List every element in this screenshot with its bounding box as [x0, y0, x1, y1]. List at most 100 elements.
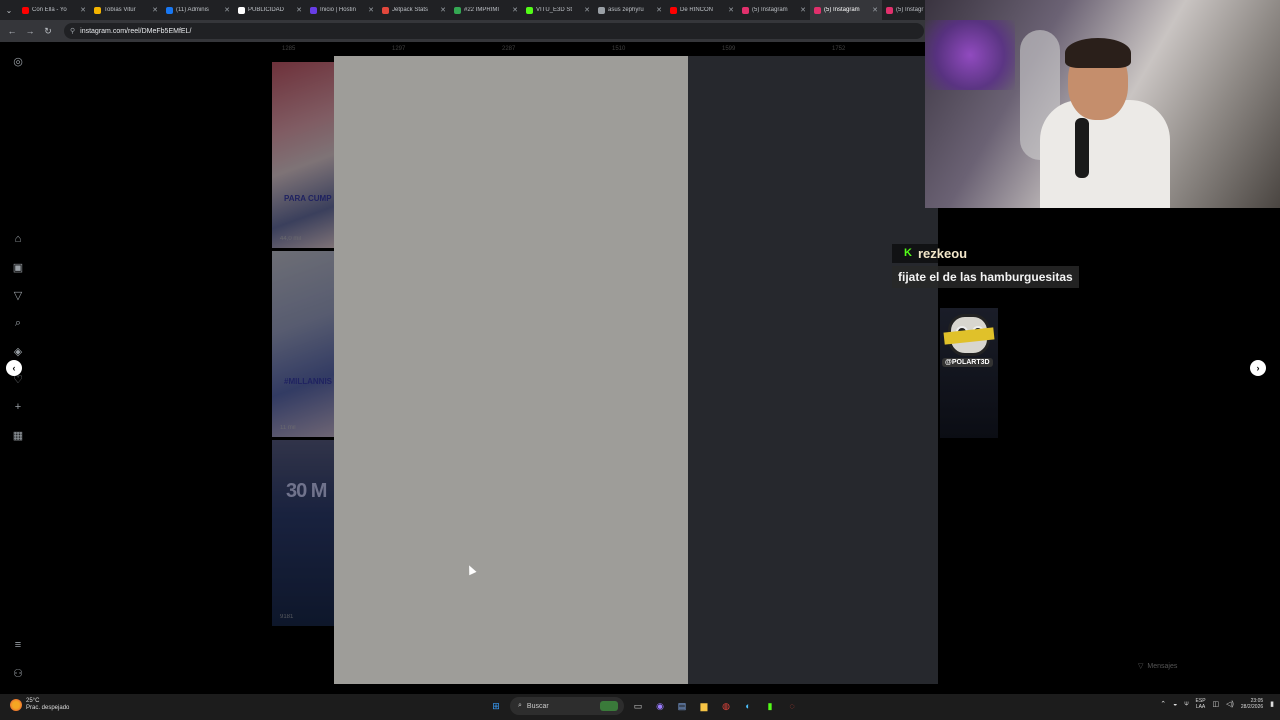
reel-thumbnail[interactable]: 30 M 9181 [272, 440, 334, 626]
browser-tab[interactable]: Jetpack Stats ✕ [378, 0, 450, 20]
search-icon[interactable]: ⌕ [11, 316, 25, 330]
reel-video-player[interactable] [334, 56, 688, 684]
more-menu-icon[interactable]: ≡ [11, 638, 25, 652]
browser-tab[interactable]: asus zephyru ✕ [594, 0, 666, 20]
reel-count: 1752 [832, 46, 846, 52]
copilot-icon[interactable]: ◉ [652, 698, 668, 714]
taskbar-search[interactable]: ⌕ Buscar [510, 697, 624, 715]
explore-icon[interactable]: ◈ [11, 344, 25, 358]
instagram-logo-icon[interactable]: ◎ [11, 54, 25, 68]
tab-favicon-icon [526, 6, 533, 14]
tray-overflow-icon[interactable]: ⌃ [1160, 700, 1166, 708]
tab-favicon-icon [454, 6, 461, 14]
meta-icon[interactable]: ⚇ [11, 666, 25, 680]
tab-title: asus zephyru [608, 7, 644, 13]
task-view-icon[interactable]: ▭ [630, 698, 646, 714]
tab-favicon-icon [814, 6, 821, 14]
tab-search-icon[interactable]: ⌄ [0, 0, 18, 20]
reload-icon[interactable]: ↻ [42, 25, 54, 37]
search-label: Buscar [526, 702, 549, 710]
tab-title: VITU_E3D St [536, 7, 573, 13]
forward-icon[interactable]: → [24, 25, 36, 37]
tab-close-icon[interactable]: ✕ [224, 6, 230, 14]
browser-tab[interactable]: (5) Instagram ✕ [810, 0, 882, 20]
language-indicator[interactable]: ESP LAA [1196, 698, 1206, 710]
tab-favicon-icon [598, 6, 605, 14]
tab-title: #22 IMPRIMI [464, 7, 500, 13]
chat-username-text: rezkeou [917, 245, 968, 261]
weather-temp: 25°C [26, 698, 40, 704]
tab-close-icon[interactable]: ✕ [152, 6, 158, 14]
tab-close-icon[interactable]: ✕ [656, 6, 662, 14]
mic-icon[interactable]: ⍦ [1184, 700, 1188, 708]
messages-button[interactable]: ▽ Mensajes [1138, 656, 1258, 676]
lang-line2: LAA [1195, 704, 1206, 710]
tab-close-icon[interactable]: ✕ [584, 6, 590, 14]
view-count: 11 mil [280, 425, 296, 431]
next-reel-button[interactable]: › [1250, 360, 1266, 376]
search-highlight-icon [600, 701, 618, 711]
wifi-icon[interactable]: ◫ [1213, 700, 1220, 708]
tab-close-icon[interactable]: ✕ [296, 6, 302, 14]
app-icon[interactable]: ◐ [740, 698, 756, 714]
browser-tab[interactable]: #22 IMPRIMI ✕ [450, 0, 522, 20]
browser-tab[interactable]: VITU_E3D St ✕ [522, 0, 594, 20]
reel-count: 1297 [392, 46, 406, 52]
tab-favicon-icon [382, 6, 389, 14]
tab-favicon-icon [886, 6, 893, 14]
tab-close-icon[interactable]: ✕ [512, 6, 518, 14]
tab-close-icon[interactable]: ✕ [872, 6, 878, 14]
weather-icon [10, 699, 22, 711]
browser-tab[interactable]: De RINCÓN ✕ [666, 0, 738, 20]
reel-details-panel [688, 56, 938, 684]
reel-thumbnail[interactable]: #MILLANNIS 11 mil [272, 251, 334, 437]
browser-tab[interactable]: Con Ella - Yo ✕ [18, 0, 90, 20]
browser-tab[interactable]: (11) Adminis ✕ [162, 0, 234, 20]
webcam-overlay [925, 0, 1280, 208]
tab-close-icon[interactable]: ✕ [800, 6, 806, 14]
create-icon[interactable]: + [11, 400, 25, 414]
back-icon[interactable]: ← [6, 25, 18, 37]
previous-reel-button[interactable]: ‹ [6, 360, 22, 376]
tab-favicon-icon [94, 6, 101, 14]
tab-close-icon[interactable]: ✕ [728, 6, 734, 14]
obs-icon[interactable]: ◌ [784, 698, 800, 714]
thumbnail-text: #MILLANNIS [284, 377, 332, 386]
reels-icon[interactable]: ▣ [11, 260, 25, 274]
messages-icon[interactable]: ▽ [11, 288, 25, 302]
windows-start-icon[interactable]: ⊞ [488, 698, 504, 714]
kick-icon: K [904, 247, 912, 259]
tab-title: Jetpack Stats [392, 7, 429, 13]
messages-label: Mensajes [1147, 662, 1178, 670]
browser-tab[interactable]: Tobías Vitur ✕ [90, 0, 162, 20]
address-bar[interactable]: ⚲ instagram.com/reel/DMeFb5EMfEL/ [64, 23, 924, 39]
notification-bell-icon[interactable]: ▮ [1270, 700, 1274, 708]
notepad-icon[interactable]: ▤ [674, 698, 690, 714]
browser-tab[interactable]: PUBLICIDAD ✕ [234, 0, 306, 20]
file-explorer-icon[interactable]: ▆ [696, 698, 712, 714]
microphone [1075, 118, 1089, 178]
kick-app-icon[interactable]: ▮ [762, 698, 778, 714]
chat-username: K rezkeou [892, 243, 976, 263]
chrome-icon[interactable]: ◍ [718, 698, 734, 714]
browser-tab[interactable]: Inicio | Hostin ✕ [306, 0, 378, 20]
tab-title: De RINCÓN [680, 7, 714, 13]
volume-icon[interactable]: ◁) [1226, 700, 1234, 708]
rgb-light [925, 20, 1015, 90]
home-icon[interactable]: ⌂ [11, 232, 25, 246]
stream-chat-message: K rezkeou fijate el de las hamburguesita… [892, 243, 1079, 288]
tab-favicon-icon [22, 6, 29, 14]
weather-widget[interactable]: 25°C Prac. despejado [10, 698, 69, 712]
tab-close-icon[interactable]: ✕ [368, 6, 374, 14]
thumbnail-text: PARA CUMP [284, 194, 332, 203]
dashboard-icon[interactable]: ▦ [11, 428, 25, 442]
browser-tab[interactable]: (5) Instagram ✕ [738, 0, 810, 20]
network-icon[interactable]: ◒ [1173, 701, 1177, 708]
reel-count: 1510 [612, 46, 626, 52]
tab-close-icon[interactable]: ✕ [440, 6, 446, 14]
site-info-icon[interactable]: ⚲ [70, 27, 75, 35]
clock[interactable]: 23:05 28/2/2026 [1241, 698, 1263, 710]
tab-close-icon[interactable]: ✕ [80, 6, 86, 14]
mascot-tag: @POLART3D [942, 358, 993, 367]
reel-thumbnail[interactable]: PARA CUMP 44,0 mil [272, 62, 334, 248]
